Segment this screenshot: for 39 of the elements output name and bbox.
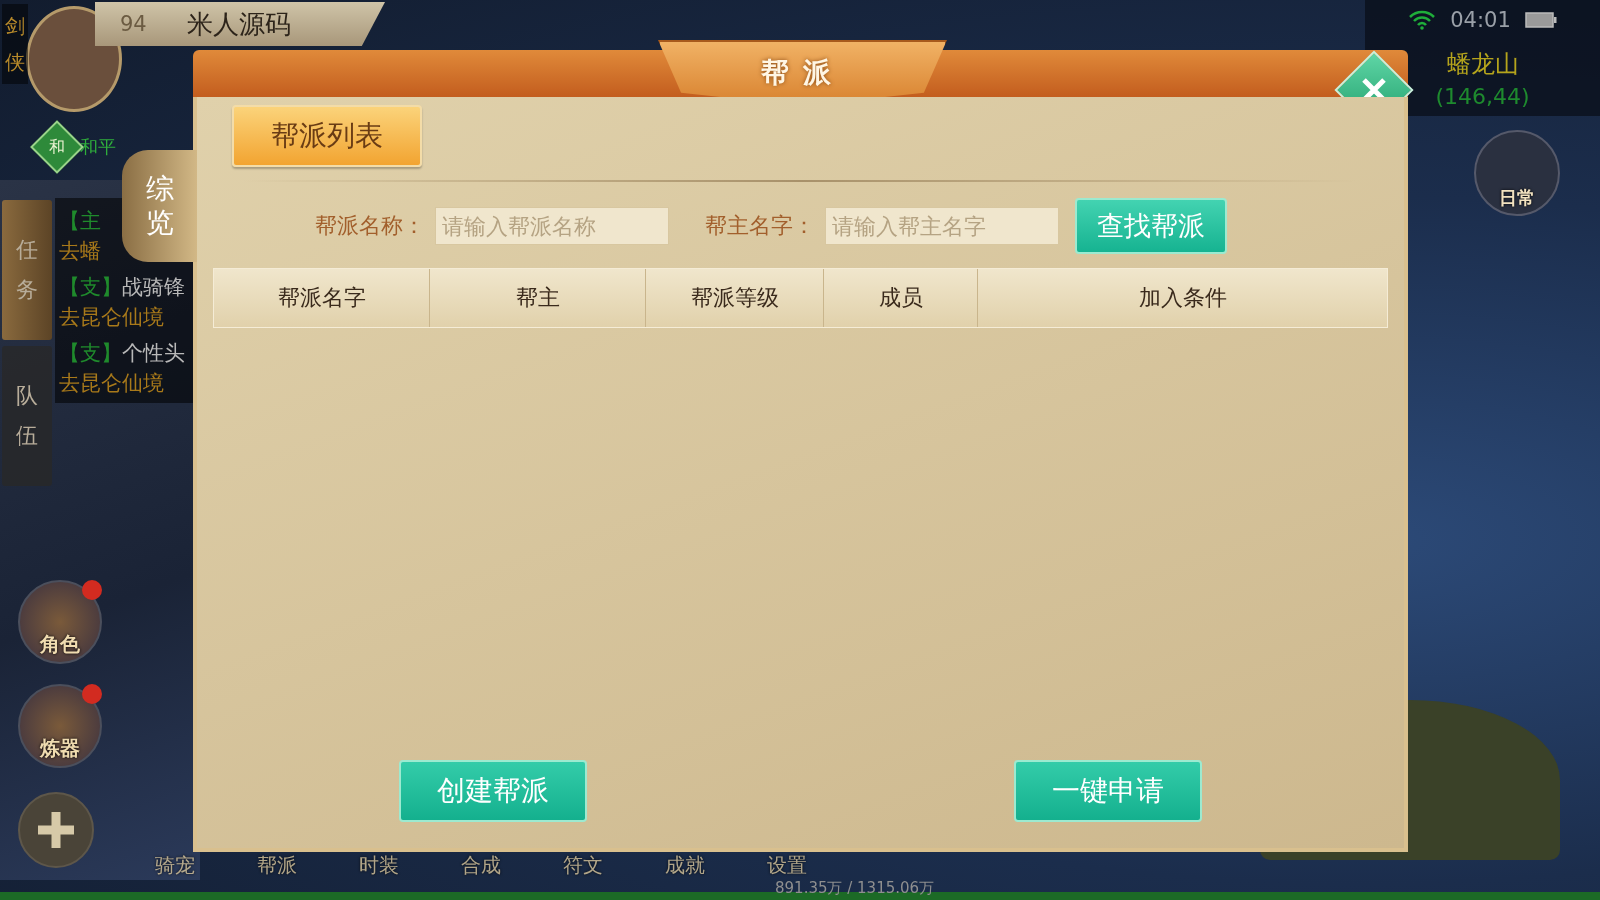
- quest-target[interactable]: 去蟠: [59, 236, 101, 266]
- bottom-menu-item[interactable]: 成就: [665, 853, 705, 877]
- bottom-menu-item[interactable]: 合成: [461, 853, 501, 877]
- player-name: 米人源码: [186, 7, 291, 41]
- bottom-menu-item[interactable]: 符文: [563, 853, 603, 877]
- tracker-tab[interactable]: 任务: [2, 200, 52, 340]
- bottom-menu-item[interactable]: 设置: [767, 853, 807, 877]
- quest-target[interactable]: 去昆仑仙境: [59, 302, 164, 332]
- input-field[interactable]: 请输入帮派名称: [435, 207, 669, 245]
- map-coordinates: (146,44): [1435, 83, 1530, 109]
- quest-title: 个性头: [122, 340, 185, 367]
- quest-title: 战骑锋: [122, 274, 185, 301]
- bottom-menu-item[interactable]: 帮派: [257, 853, 297, 877]
- battery-icon: [1524, 12, 1557, 28]
- bottom-menu-item[interactable]: 骑宠: [155, 853, 195, 877]
- clock-time: 04:01: [1450, 8, 1511, 32]
- bottom-menu-item[interactable]: 时装: [359, 853, 399, 877]
- column-header: 成员: [824, 269, 978, 327]
- daily-button[interactable]: 日常: [1474, 130, 1560, 216]
- field-label: 帮主名字：: [705, 212, 815, 240]
- experience-text: 891.35万 / 1315.06万: [775, 879, 935, 897]
- input-field[interactable]: 请输入帮主名字: [825, 207, 1059, 245]
- quest-tag: 【支】: [59, 338, 122, 368]
- wifi-icon: [1408, 10, 1437, 30]
- column-header: 帮派名字: [214, 269, 430, 327]
- map-name: 蟠龙山: [1446, 48, 1519, 80]
- side-tab[interactable]: 综览: [122, 150, 197, 262]
- tracker-tab[interactable]: 队伍: [2, 346, 52, 486]
- class-label: 剑侠: [5, 13, 25, 76]
- quest-tag: 【支】: [59, 272, 122, 302]
- column-header: 帮主: [430, 269, 646, 327]
- column-header: 帮派等级: [646, 269, 824, 327]
- tab[interactable]: 帮派列表: [232, 105, 422, 167]
- column-header: 加入条件: [1137, 284, 1228, 312]
- player-level: 94: [120, 12, 147, 36]
- quest-target[interactable]: 去昆仑仙境: [59, 368, 164, 398]
- daily-label: 日常: [1499, 186, 1535, 210]
- quest-tag: 【主: [59, 206, 101, 236]
- field-label: 帮派名称：: [315, 212, 425, 240]
